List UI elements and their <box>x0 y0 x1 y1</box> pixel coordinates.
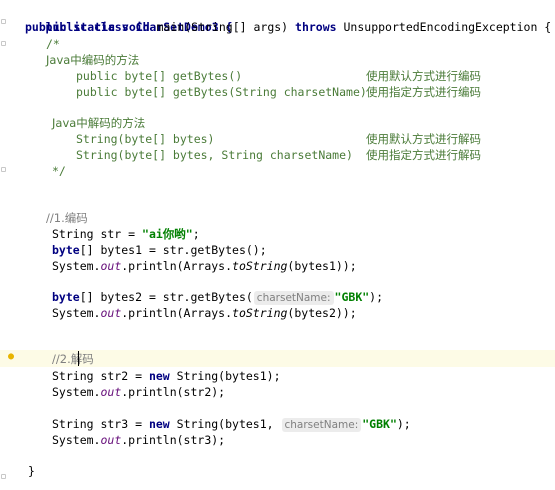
new-keyword: new <box>148 417 170 431</box>
code-line-str2: String str2 = new String(bytes1); <box>52 368 281 384</box>
comment-step-2: //2.解码 <box>52 352 94 366</box>
string-literal: "GBK" <box>362 417 397 431</box>
code-text: System. <box>52 306 101 320</box>
comment-getbytes-default: public byte[] getBytes() <box>76 69 243 83</box>
comment-string-default-desc: 使用默认方式进行解码 <box>366 132 481 146</box>
main-signature: main(String[] args) <box>149 20 296 34</box>
fold-icon[interactable] <box>1 474 6 479</box>
static-field: out <box>100 259 122 273</box>
string-literal: "ai你哟" <box>142 227 193 241</box>
comment-decode-heading: Java中解码的方法 <box>52 116 146 130</box>
code-text: ); <box>396 417 411 431</box>
fold-icon[interactable] <box>1 167 6 172</box>
code-text: String str2 = <box>52 369 149 383</box>
new-keyword: new <box>148 369 170 383</box>
code-line-main-decl: public static void main(String[] args) t… <box>25 19 551 35</box>
code-text: System. <box>52 385 101 399</box>
code-line-str: String str = "ai你哟"; <box>52 226 200 242</box>
comment-open: /* <box>46 37 60 51</box>
code-text: String(bytes1); <box>169 369 281 383</box>
byte-keyword: byte <box>52 243 80 257</box>
static-method: toString <box>232 306 288 320</box>
code-text: System. <box>52 259 101 273</box>
parameter-hint: charsetName: <box>281 418 362 432</box>
code-text: System. <box>52 433 101 447</box>
code-text: ; <box>192 227 200 241</box>
static-field: out <box>100 306 122 320</box>
static-field: out <box>100 433 122 447</box>
static-method: toString <box>232 259 288 273</box>
code-text: .println(Arrays. <box>121 306 233 320</box>
code-text: .println(str3); <box>121 433 226 447</box>
code-text: String str3 = <box>52 417 149 431</box>
static-field: out <box>100 385 122 399</box>
comment-step-1: //1.编码 <box>46 211 88 225</box>
main-modifiers: public static void <box>25 20 150 34</box>
code-text: .println(str2); <box>121 385 226 399</box>
code-text: [] bytes2 = str.getBytes( <box>79 290 253 304</box>
string-literal: "GBK" <box>334 290 370 304</box>
code-text: (bytes1)); <box>287 259 357 273</box>
code-text: [] bytes1 = str.getBytes(); <box>79 243 267 257</box>
code-editor[interactable]: ● public class CharSetDemo3 { public sta… <box>0 0 555 490</box>
text-caret <box>78 351 79 366</box>
code-line-bytes2: byte[] bytes2 = str.getBytes(charsetName… <box>52 289 383 305</box>
code-text: String str = <box>52 227 143 241</box>
throws-keyword: throws <box>295 20 337 34</box>
main-signature-rest: UnsupportedEncodingException { <box>336 20 552 34</box>
comment-string-charset: String(byte[] bytes, String charsetName) <box>76 148 353 162</box>
code-text: ); <box>369 290 384 304</box>
comment-string-default: String(byte[] bytes) <box>76 132 215 146</box>
code-text: .println(Arrays. <box>121 259 233 273</box>
code-text: (bytes2)); <box>287 306 357 320</box>
comment-encode-heading: Java中编码的方法 <box>46 53 140 67</box>
comment-getbytes-charset: public byte[] getBytes(String charsetNam… <box>76 85 367 99</box>
code-line-print-str2: System.out.println(str2); <box>52 384 225 400</box>
editor-gutter[interactable] <box>0 0 26 490</box>
parameter-hint: charsetName: <box>253 291 334 305</box>
closing-brace: } <box>28 464 35 478</box>
byte-keyword: byte <box>52 290 80 304</box>
code-line-bytes1: byte[] bytes1 = str.getBytes(); <box>52 242 267 258</box>
comment-string-charset-desc: 使用指定方式进行解码 <box>366 148 481 162</box>
code-line-print-str3: System.out.println(str3); <box>52 432 225 448</box>
comment-close: */ <box>52 164 66 178</box>
code-line-str3: String str3 = new String(bytes1, charset… <box>52 416 411 432</box>
code-line-class-decl: public class CharSetDemo3 { <box>4 3 233 34</box>
comment-getbytes-default-desc: 使用默认方式进行编码 <box>366 69 481 83</box>
comment-getbytes-charset-desc: 使用指定方式进行编码 <box>366 85 481 99</box>
code-text: String(bytes1, <box>169 417 281 431</box>
lightbulb-icon[interactable]: ● <box>8 352 16 362</box>
code-line-print-bytes1: System.out.println(Arrays.toString(bytes… <box>52 258 357 274</box>
code-line-print-bytes2: System.out.println(Arrays.toString(bytes… <box>52 305 357 321</box>
